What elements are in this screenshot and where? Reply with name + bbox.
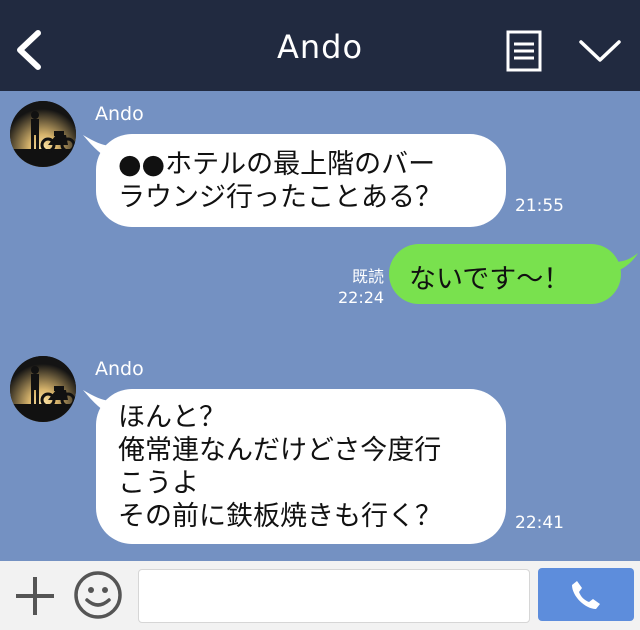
- phone-icon: [572, 581, 600, 609]
- message-time: 21:55: [515, 196, 564, 216]
- plus-icon[interactable]: [14, 575, 56, 617]
- message-bubble-incoming[interactable]: ほんと？ 俺常連なんだけどさ今度行 こうよ その前に鉄板焼きも行く？: [96, 389, 506, 544]
- message-bubble-outgoing[interactable]: ないです〜！: [389, 244, 621, 304]
- avatar[interactable]: [10, 101, 76, 167]
- message-bubble-incoming[interactable]: ●●ホテルの最上階のバー ラウンジ行ったことある？: [96, 134, 506, 227]
- sender-name: Ando: [95, 103, 144, 125]
- composer-bar: [0, 561, 640, 630]
- bubble-tail: [610, 253, 638, 273]
- message-time: 22:41: [515, 513, 564, 533]
- message-text: ないです〜！: [409, 264, 571, 295]
- note-icon[interactable]: [506, 30, 542, 72]
- chat-header: Ando: [0, 0, 640, 91]
- call-button[interactable]: [538, 568, 634, 621]
- avatar[interactable]: [10, 356, 76, 422]
- sender-name: Ando: [95, 358, 144, 380]
- smiley-icon[interactable]: [73, 570, 123, 620]
- motorcycle-silhouette-icon: [10, 356, 76, 422]
- read-label: 既読: [351, 267, 384, 286]
- chat-title: Ando: [276, 28, 364, 66]
- motorcycle-silhouette-icon: [10, 101, 76, 167]
- message-list[interactable]: Ando ●●ホテルの最上階のバー ラウンジ行ったことある？ 21:55 既読 …: [0, 91, 640, 561]
- message-status: 既読 22:24: [338, 266, 384, 308]
- dropdown-chevron-icon[interactable]: [578, 36, 622, 66]
- message-text: ●●ホテルの最上階のバー ラウンジ行ったことある？: [118, 149, 442, 213]
- message-text: ほんと？ 俺常連なんだけどさ今度行 こうよ その前に鉄板焼きも行く？: [118, 402, 442, 532]
- message-input[interactable]: [138, 569, 530, 623]
- message-time: 22:24: [338, 288, 385, 307]
